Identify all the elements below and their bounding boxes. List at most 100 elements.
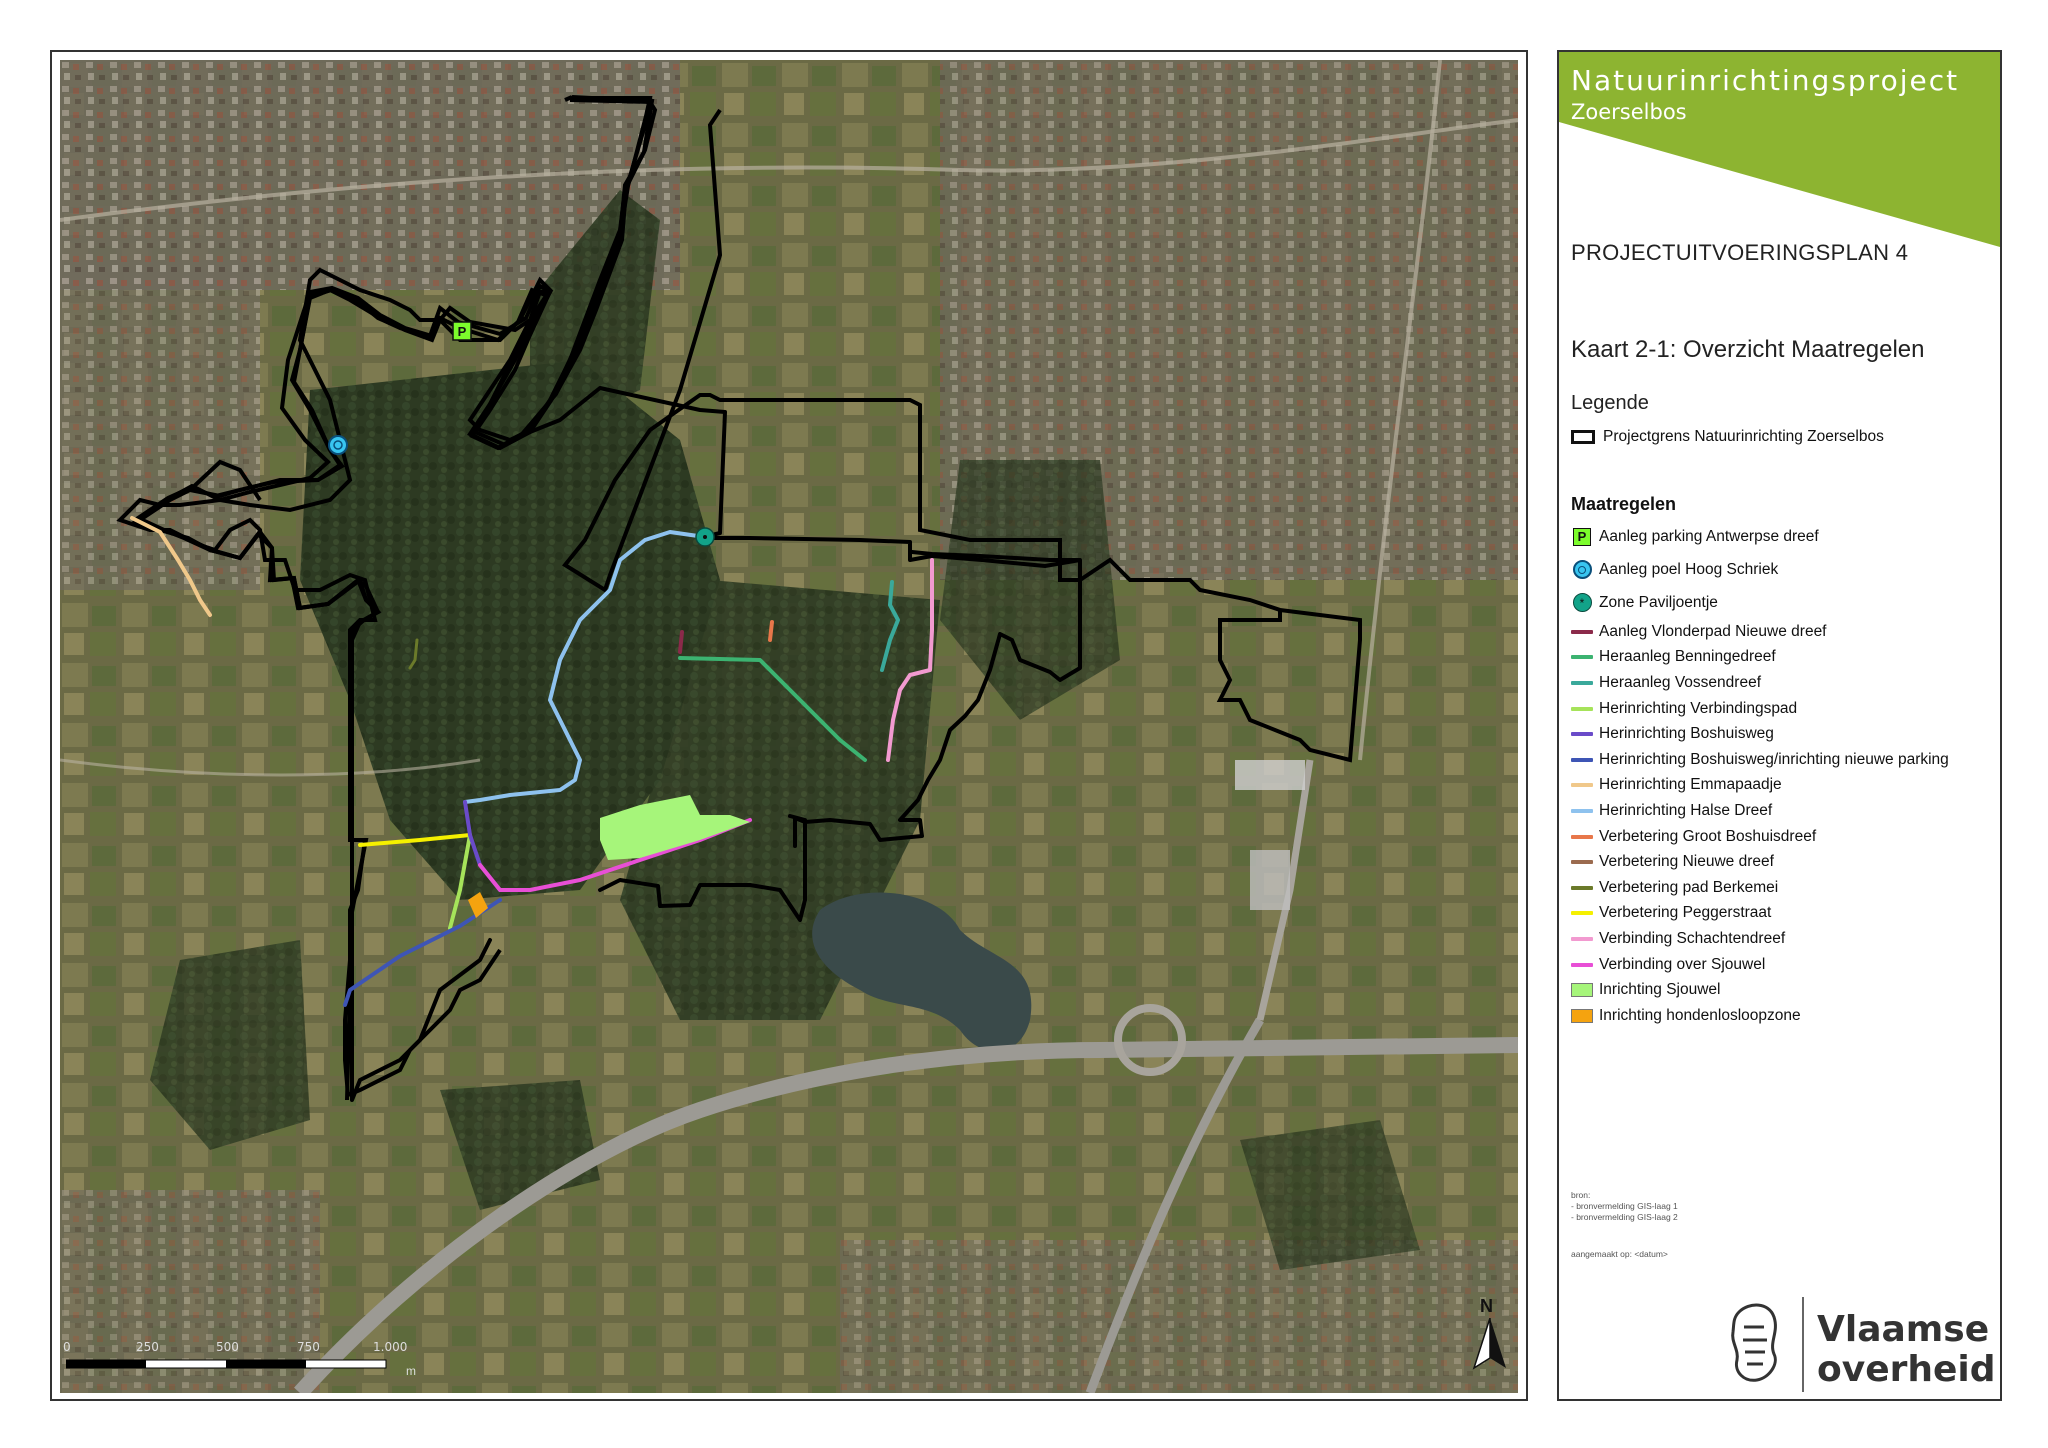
pavilion-marker-icon[interactable] xyxy=(695,527,715,547)
legend-measure-label: Zone Paviljoentje xyxy=(1599,593,1718,611)
project-boundary-southwest xyxy=(350,838,492,1102)
aerial-map[interactable]: P xyxy=(60,60,1518,1393)
scale-bar: 0 250 500 750 1.000 m xyxy=(63,1340,416,1380)
legend-measure-row: Herinrichting Boshuisweg xyxy=(1571,721,1996,747)
legend-measure-label: Herinrichting Boshuisweg xyxy=(1599,725,1774,743)
pad-berkemei-line xyxy=(408,638,419,670)
legend-measure-row: Aanleg poel Hoog Schriek xyxy=(1571,553,1996,586)
parking-marker-label: P xyxy=(458,324,467,339)
lion-icon xyxy=(1731,1297,1804,1392)
legend-measure-label: Verbinding Schachtendreef xyxy=(1599,929,1786,947)
north-arrow: N xyxy=(1470,1296,1510,1370)
line-swatch-icon xyxy=(1571,936,1593,941)
header-band: Natuurinrichtingsproject Zoerselbos xyxy=(1559,52,2000,252)
north-arrow-icon xyxy=(1472,1318,1506,1370)
legend-measure-label: Aanleg poel Hoog Schriek xyxy=(1599,560,1779,578)
schachtendreef-line xyxy=(886,558,934,762)
pavilion-symbol: * xyxy=(1571,592,1593,614)
groot-boshuisdreef-line xyxy=(768,620,774,642)
legend-measure-label: Inrichting hondenlosloopzone xyxy=(1599,1006,1801,1024)
parking-symbol: P xyxy=(1571,526,1593,548)
line-symbol xyxy=(1571,621,1593,643)
line-symbol xyxy=(1571,749,1593,771)
scale-bar-graphic xyxy=(66,1359,387,1369)
measures-list: P Aanleg parking Antwerpse dreef Aanleg po… xyxy=(1571,520,1996,1029)
created-note: aangemaakt op: <datum> xyxy=(1571,1249,1668,1259)
area-symbol xyxy=(1571,979,1593,1001)
legend-boundary-label: Projectgrens Natuurinrichting Zoerselbos xyxy=(1603,428,1884,445)
legend-measure-row: P Aanleg parking Antwerpse dreef xyxy=(1571,520,1996,553)
legend-measure-row: Verbetering Peggerstraat xyxy=(1571,901,1996,927)
source-title: bron: xyxy=(1571,1190,1591,1200)
project-title: Natuurinrichtingsproject xyxy=(1571,64,1960,97)
boshuisweg-line xyxy=(463,800,502,892)
legend-measure-label: Verbetering Groot Boshuisdreef xyxy=(1599,827,1817,845)
scale-tick-750: 750 xyxy=(297,1340,320,1354)
source-item: - bronvermelding GIS-laag 2 xyxy=(1571,1212,1678,1222)
scale-tick-500: 500 xyxy=(216,1340,239,1354)
area-swatch-icon xyxy=(1571,1008,1593,1023)
legend-measure-label: Herinrichting Boshuisweg/inrichting nieu… xyxy=(1599,750,1949,768)
line-swatch-icon xyxy=(1571,860,1593,865)
line-symbol xyxy=(1571,877,1593,899)
legend-measure-label: Herinrichting Emmapaadje xyxy=(1599,776,1782,794)
logo-line-2: overheid xyxy=(1817,1349,1996,1390)
line-symbol xyxy=(1571,800,1593,822)
peggerstraat-line xyxy=(358,833,472,847)
source-item: - bronvermelding GIS-laag 1 xyxy=(1571,1201,1678,1211)
legend-measure-row: Herinrichting Verbindingspad xyxy=(1571,696,1996,722)
logo-line-1: Vlaamse xyxy=(1817,1309,1990,1350)
line-swatch-icon xyxy=(1571,911,1593,916)
area-swatch-icon xyxy=(1571,983,1593,998)
line-swatch-icon xyxy=(1571,783,1593,788)
area-symbol xyxy=(1571,1005,1593,1027)
parking-marker-icon[interactable]: P xyxy=(452,321,472,341)
legend-measure-label: Verbetering Peggerstraat xyxy=(1599,904,1772,922)
map-title: Kaart 2-1: Overzicht Maatregelen xyxy=(1571,336,1925,363)
line-swatch-icon xyxy=(1571,732,1593,737)
line-swatch-icon xyxy=(1571,885,1593,890)
project-boundary xyxy=(136,96,653,838)
scale-tick-0: 0 xyxy=(63,1340,71,1354)
project-boundary-east xyxy=(508,386,1082,848)
verbindingspad-line xyxy=(448,833,472,930)
logo-text: Vlaamse overheid xyxy=(1817,1310,1996,1390)
pool-marker-icon[interactable] xyxy=(328,435,348,455)
line-swatch-icon xyxy=(1571,680,1593,685)
legend-measure-label: Verbetering pad Berkemei xyxy=(1599,878,1779,896)
legend-title: Legende xyxy=(1571,392,1649,414)
legend-measure-row: Verbetering Nieuwe dreef xyxy=(1571,849,1996,875)
legend-measure-label: Verbinding over Sjouwel xyxy=(1599,955,1766,973)
legend-measure-row: Inrichting hondenlosloopzone xyxy=(1571,1003,1996,1029)
legend-measure-row: Verbetering pad Berkemei xyxy=(1571,875,1996,901)
pool-icon xyxy=(1572,560,1592,579)
scale-tick-250: 250 xyxy=(136,1340,159,1354)
legend-measure-row: * Zone Paviljoentje xyxy=(1571,586,1996,619)
legend-measure-label: Verbetering Nieuwe dreef xyxy=(1599,853,1774,871)
project-subtitle: Zoerselbos xyxy=(1571,100,1687,124)
pavilion-icon: * xyxy=(1572,593,1592,612)
line-symbol xyxy=(1571,928,1593,950)
scale-tick-1000: 1.000 xyxy=(373,1340,408,1354)
legend-measure-row: Verbinding Schachtendreef xyxy=(1571,926,1996,952)
source-notes: bron: - bronvermelding GIS-laag 1 - bron… xyxy=(1571,1190,1678,1223)
vlonderpad-line xyxy=(678,630,684,654)
line-swatch-icon xyxy=(1571,757,1593,762)
measures-title: Maatregelen xyxy=(1571,494,1677,514)
legend-measure-label: Inrichting Sjouwel xyxy=(1599,981,1721,999)
pool-symbol xyxy=(1571,559,1593,581)
legend-measure-label: Heraanleg Vossendreef xyxy=(1599,673,1762,691)
line-symbol xyxy=(1571,646,1593,668)
legend-measure-row: Inrichting Sjouwel xyxy=(1571,977,1996,1003)
parking-icon: P xyxy=(1573,527,1591,546)
legend-measure-row: Verbinding over Sjouwel xyxy=(1571,952,1996,978)
line-symbol xyxy=(1571,826,1593,848)
line-swatch-icon xyxy=(1571,629,1593,634)
map-overlays: P xyxy=(130,96,1082,1102)
legend-measure-row: Heraanleg Benningedreef xyxy=(1571,645,1996,671)
vlaamse-overheid-logo: Vlaamse overheid xyxy=(1719,1292,1996,1399)
line-symbol xyxy=(1571,672,1593,694)
map-sheet: P Natuurinrichtingsproject Zoerselbos PR… xyxy=(0,0,2048,1448)
line-swatch-icon xyxy=(1571,706,1593,711)
hondenlosloopzone-area xyxy=(468,892,488,918)
